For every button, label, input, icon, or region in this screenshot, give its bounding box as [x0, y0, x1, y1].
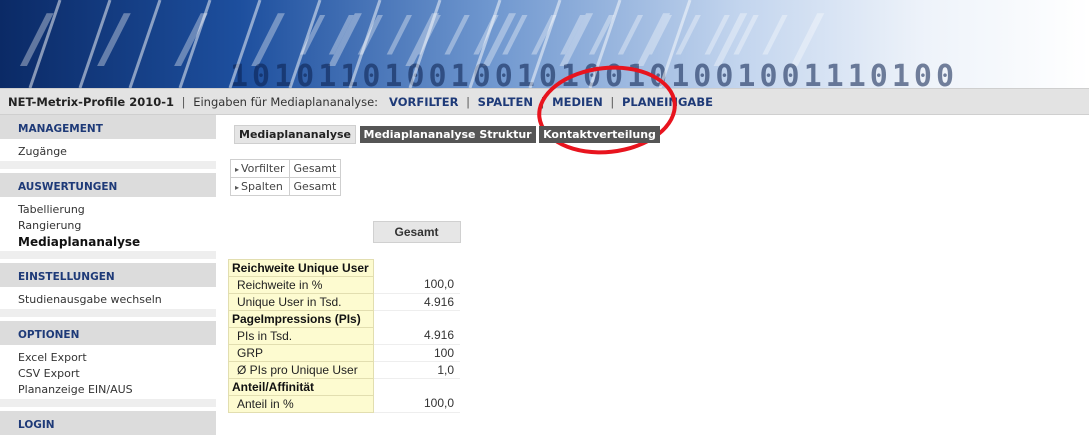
nav-separator: | [610, 95, 615, 109]
row-value: 4.916 [373, 293, 460, 311]
table-row: Ø PIs pro Unique User 1,0 [228, 360, 460, 379]
sidebar-item-tabellierung[interactable]: Tabellierung [0, 201, 216, 217]
sidebar-item-mediaplananalyse[interactable]: Mediaplananalyse [0, 233, 216, 249]
tab-bar: Mediaplananalyse Mediaplananalyse Strukt… [234, 125, 660, 144]
main-content: Mediaplananalyse Mediaplananalyse Strukt… [228, 115, 1089, 416]
sidebar-divider [0, 399, 216, 407]
row-label: Anteil in % [228, 394, 374, 413]
sidebar-item-studienausgabe[interactable]: Studienausgabe wechseln [0, 291, 216, 307]
filter-value: Gesamt [288, 159, 342, 178]
table-row: PIs in Tsd. 4.916 [228, 326, 460, 345]
table-header-row: Gesamt [229, 221, 461, 243]
sidebar-divider [0, 251, 216, 259]
filter-summary: Vorfilter Gesamt Spalten Gesamt [230, 159, 342, 196]
sidebar-item-csv-export[interactable]: CSV Export [0, 365, 216, 381]
row-label: GRP [228, 343, 374, 362]
nav-link-vorfilter[interactable]: VORFILTER [389, 95, 458, 109]
filter-label-spalten[interactable]: Spalten [230, 177, 290, 196]
tab-mediaplananalyse[interactable]: Mediaplananalyse [234, 125, 356, 144]
nav-separator: | [466, 95, 470, 109]
results-table: Gesamt Reichweite Unique User Reichweite… [228, 221, 461, 413]
sidebar-divider [0, 161, 216, 169]
nav-separator: | [540, 95, 545, 109]
row-label: Unique User in Tsd. [228, 292, 374, 311]
tab-kontaktverteilung[interactable]: Kontaktverteilung [539, 126, 660, 143]
sidebar-heading-management: MANAGEMENT [0, 115, 216, 139]
row-label: Reichweite in % [228, 275, 374, 294]
filter-row: Spalten Gesamt [230, 177, 342, 196]
nav-intro-text: Eingaben für Mediaplananalyse: [193, 95, 379, 109]
sidebar: MANAGEMENT Zugänge AUSWERTUNGEN Tabellie… [0, 115, 216, 435]
sidebar-item-zugaenge[interactable]: Zugänge [0, 143, 216, 159]
section-title: Anteil/Affinität [228, 377, 374, 396]
column-header-gesamt: Gesamt [372, 221, 461, 243]
table-row: GRP 100 [228, 343, 460, 362]
table-row: Unique User in Tsd. 4.916 [228, 292, 460, 311]
sidebar-heading-auswertungen: AUSWERTUNGEN [0, 173, 216, 197]
sidebar-item-excel-export[interactable]: Excel Export [0, 349, 216, 365]
section-row: Anteil/Affinität [228, 377, 460, 396]
row-value: 100,0 [373, 395, 460, 413]
sidebar-item-rangierung[interactable]: Rangierung [0, 217, 216, 233]
row-value: 4.916 [373, 327, 460, 345]
section-title: Reichweite Unique User [228, 258, 374, 277]
sidebar-heading-einstellungen: EINSTELLUNGEN [0, 263, 216, 287]
table-row: Anteil in % 100,0 [228, 394, 460, 413]
table-row: Reichweite in % 100,0 [228, 275, 460, 294]
banner-graphic: / / / / / / / / / / / ///////////////// … [20, 0, 954, 88]
filter-value: Gesamt [288, 177, 342, 196]
sidebar-heading-login[interactable]: LOGIN [0, 411, 216, 435]
top-navigation-bar: NET-Metrix-Profile 2010-1 | Eingaben für… [0, 88, 1089, 115]
nav-link-planeingabe[interactable]: PLANEINGABE [622, 95, 713, 109]
tab-mediaplananalyse-struktur[interactable]: Mediaplananalyse Struktur [359, 126, 536, 143]
nav-link-spalten[interactable]: SPALTEN [478, 95, 533, 109]
row-value: 100,0 [373, 276, 460, 294]
app-title: NET-Metrix-Profile 2010-1 [8, 95, 175, 109]
row-label: Ø PIs pro Unique User [228, 360, 374, 379]
section-title: PageImpressions (PIs) [228, 309, 374, 328]
header-banner: / / / / / / / / / / / ///////////////// … [0, 0, 1089, 88]
sidebar-divider [0, 309, 216, 317]
sidebar-heading-optionen: OPTIONEN [0, 321, 216, 345]
filter-label-vorfilter[interactable]: Vorfilter [230, 159, 290, 178]
row-label: PIs in Tsd. [228, 326, 374, 345]
title-separator: | [181, 95, 186, 109]
row-value: 1,0 [373, 361, 460, 379]
nav-link-medien[interactable]: MEDIEN [552, 95, 603, 109]
section-row: Reichweite Unique User [228, 258, 460, 277]
section-row: PageImpressions (PIs) [228, 309, 460, 328]
row-value: 100 [373, 344, 460, 362]
sidebar-item-plananzeige[interactable]: Plananzeige EIN/AUS [0, 381, 216, 397]
filter-row: Vorfilter Gesamt [230, 159, 342, 178]
